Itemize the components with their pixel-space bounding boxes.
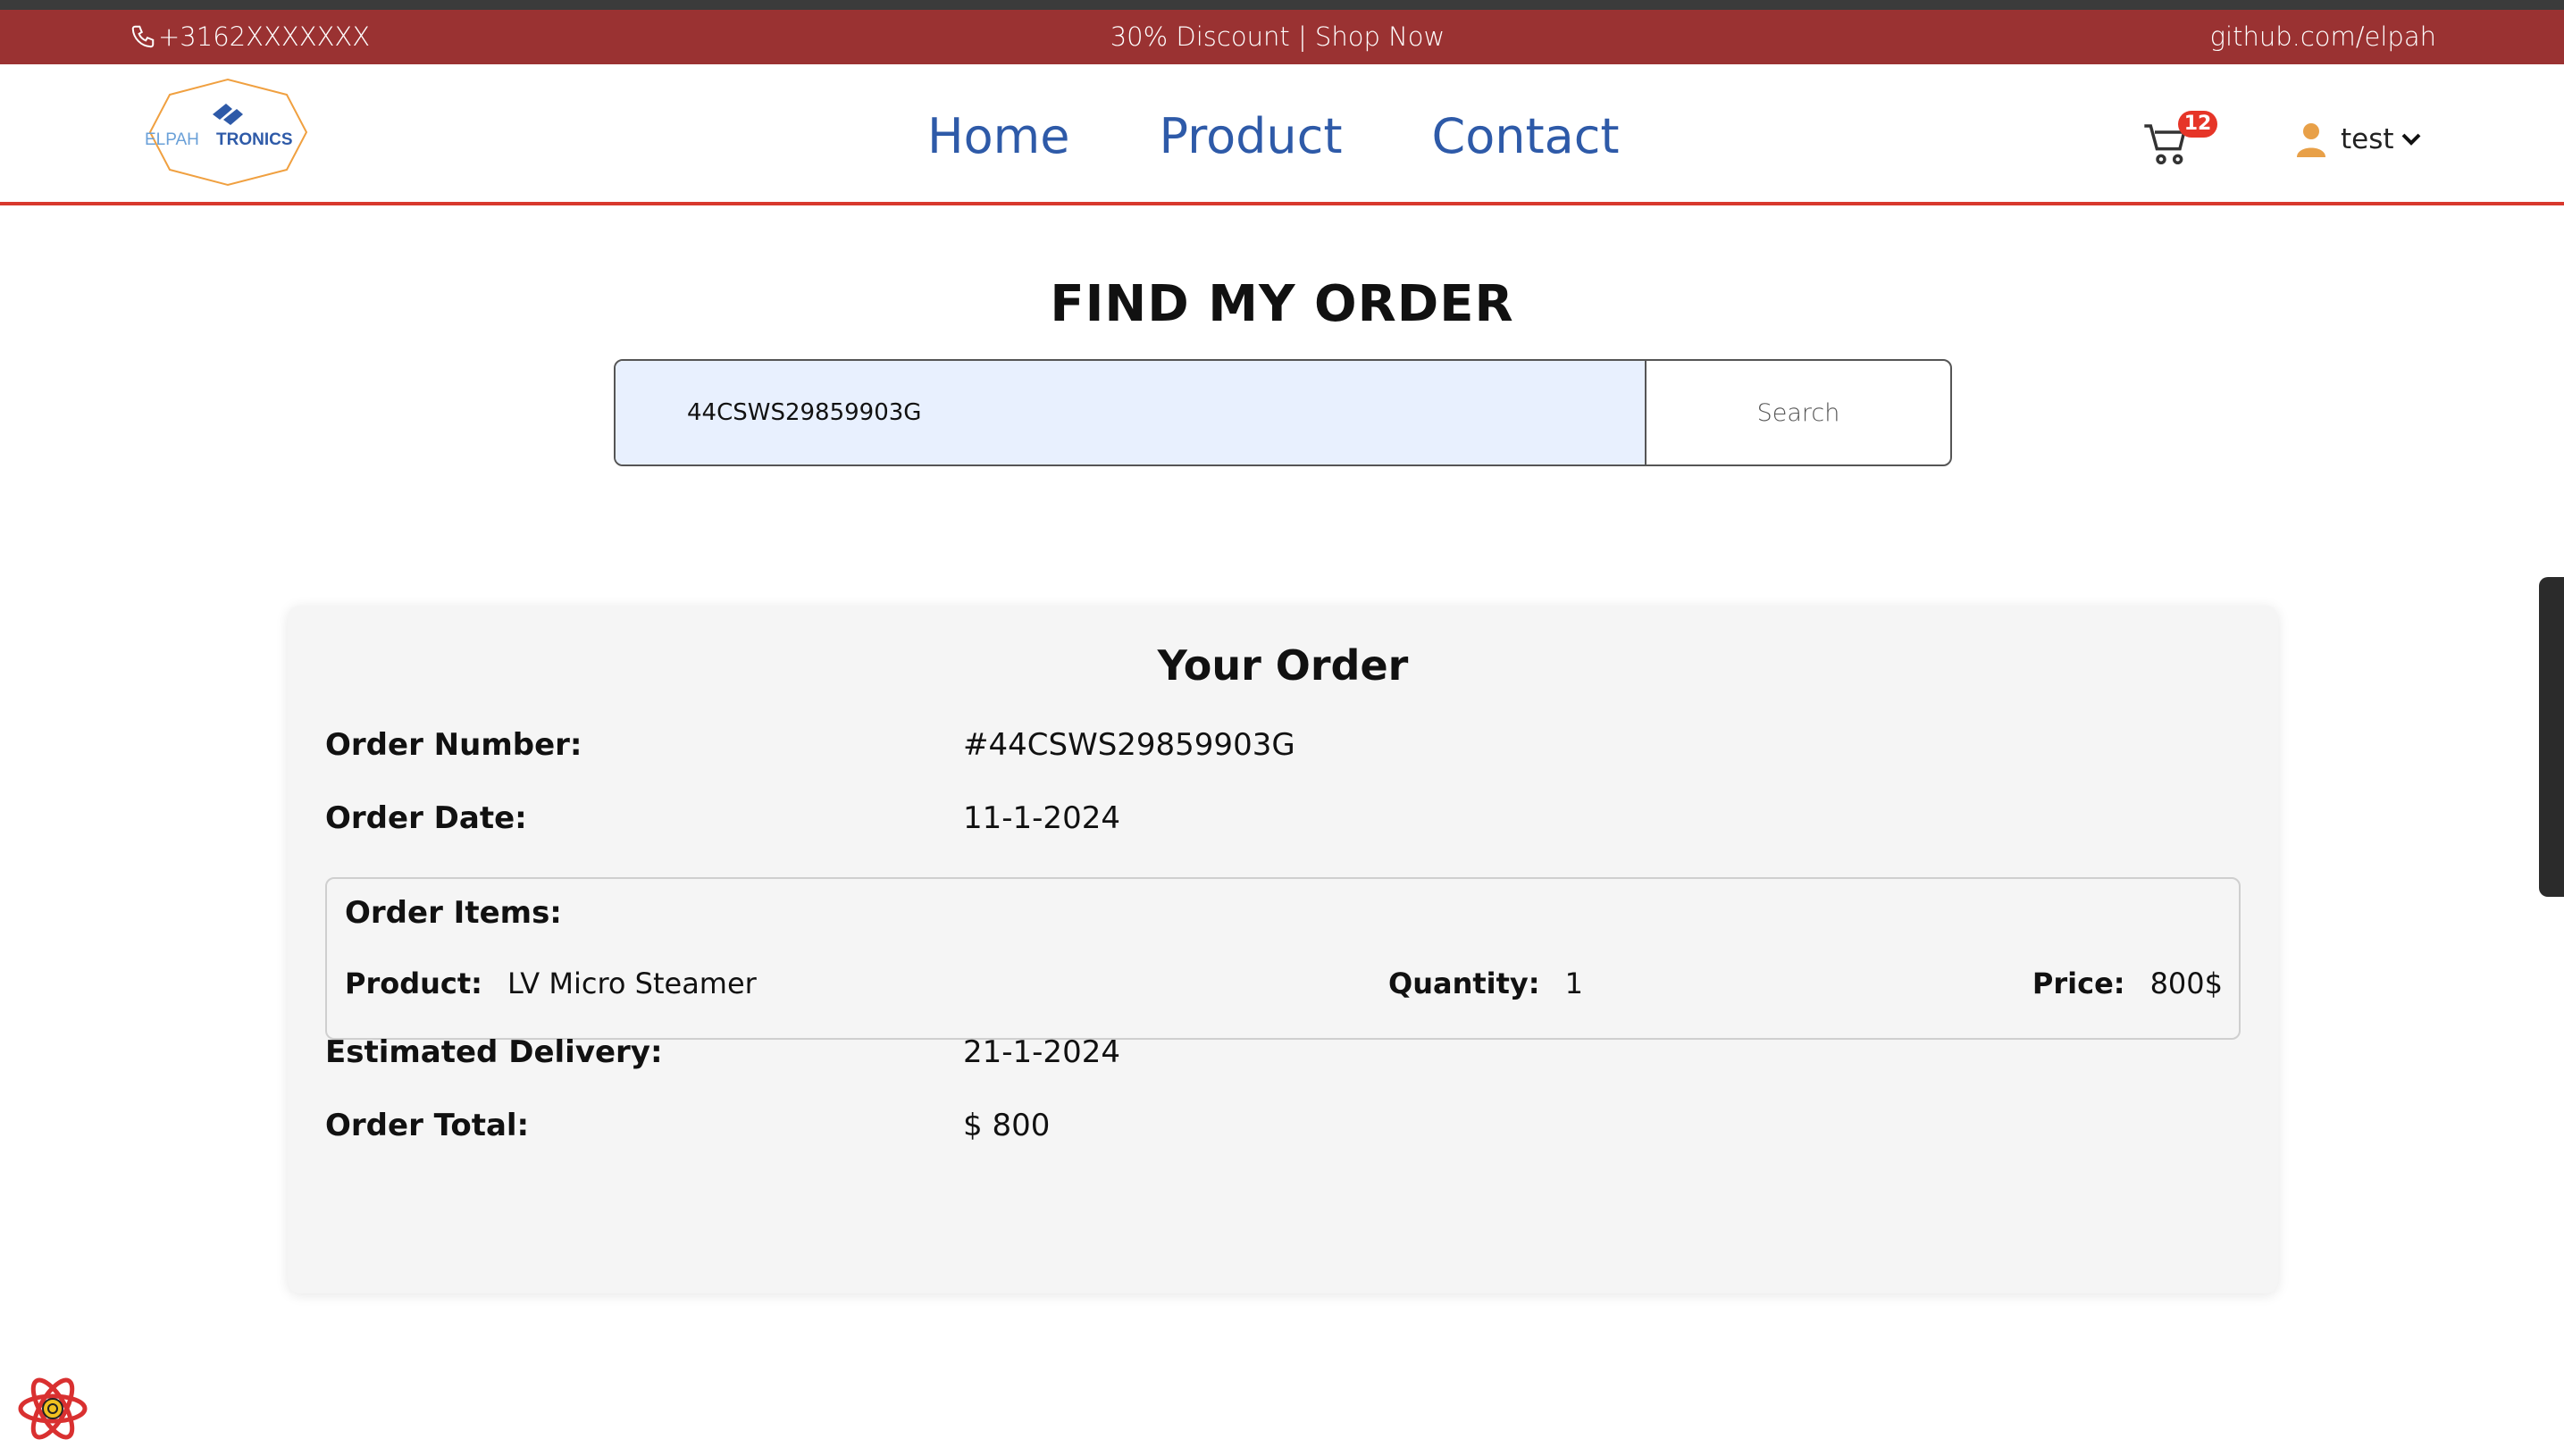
- brand-logo[interactable]: ELPAH TRONICS: [141, 77, 315, 188]
- order-number-value: #44CSWS29859903G: [963, 727, 1295, 763]
- order-date-value: 11-1-2024: [963, 800, 1120, 836]
- react-devtools-icon[interactable]: [16, 1372, 89, 1445]
- side-panel-tab[interactable]: [2539, 577, 2564, 897]
- nav-link-home[interactable]: Home: [927, 107, 1069, 166]
- logo-text-elpah: ELPAH: [145, 130, 199, 149]
- page-title: FIND MY ORDER: [1050, 275, 1514, 333]
- announcement-bar: +3162XXXXXXX 30% Discount | Shop Now git…: [0, 10, 2564, 64]
- quantity-value: 1: [1564, 966, 1583, 1000]
- order-number-input[interactable]: [616, 361, 1645, 464]
- nav-menu: Home Product Contact: [927, 107, 1709, 166]
- estimated-delivery-value: 21-1-2024: [963, 1034, 1120, 1070]
- order-items-heading: Order Items:: [345, 895, 562, 931]
- user-menu[interactable]: test: [2296, 121, 2421, 157]
- order-heading: Your Order: [1157, 641, 1409, 690]
- order-total-label: Order Total:: [325, 1108, 530, 1143]
- item-price: Price: 800$: [2032, 966, 2223, 1000]
- search-button[interactable]: Search: [1645, 361, 1950, 464]
- price-label: Price:: [2032, 966, 2125, 1000]
- order-number-label: Order Number:: [325, 727, 582, 763]
- price-value: 800$: [2149, 966, 2223, 1000]
- user-name: test: [2341, 123, 2394, 155]
- order-items-box: Order Items: Product: LV Micro Steamer Qu…: [325, 877, 2241, 1040]
- order-date-label: Order Date:: [325, 800, 527, 836]
- item-quantity: Quantity: 1: [1388, 966, 1583, 1000]
- logo-text-tronics: TRONICS: [216, 130, 293, 149]
- estimated-delivery-row: Estimated Delivery: 21-1-2024: [325, 1034, 1120, 1070]
- promo-banner: 30% Discount | Shop Now: [0, 15, 2564, 58]
- estimated-delivery-label: Estimated Delivery:: [325, 1034, 663, 1070]
- order-date-row: Order Date: 11-1-2024: [325, 800, 1120, 836]
- product-label: Product:: [345, 966, 482, 1000]
- nav-link-contact[interactable]: Contact: [1432, 107, 1620, 166]
- nav-link-product[interactable]: Product: [1159, 107, 1342, 166]
- order-search-bar: Search: [614, 359, 1952, 466]
- github-link[interactable]: github.com/elpah: [2210, 15, 2436, 58]
- promo-text[interactable]: 30% Discount | Shop Now: [1110, 15, 1445, 58]
- item-product: Product: LV Micro Steamer: [345, 966, 757, 1000]
- product-value: LV Micro Steamer: [507, 966, 757, 1000]
- window-top-strip: [0, 0, 2564, 10]
- cart-button[interactable]: 12: [2142, 111, 2217, 170]
- order-details-card: Your Order Order Number: #44CSWS29859903…: [288, 606, 2278, 1293]
- order-number-row: Order Number: #44CSWS29859903G: [325, 727, 1295, 763]
- order-total-row: Order Total: $ 800: [325, 1108, 1050, 1143]
- user-icon: [2297, 123, 2325, 157]
- quantity-label: Quantity:: [1388, 966, 1540, 1000]
- main-navbar: ELPAH TRONICS Home Product Contact 12 te…: [0, 64, 2564, 205]
- chevron-down-icon: [2401, 133, 2420, 146]
- order-total-value: $ 800: [963, 1108, 1051, 1143]
- cart-count-badge: 12: [2178, 111, 2217, 138]
